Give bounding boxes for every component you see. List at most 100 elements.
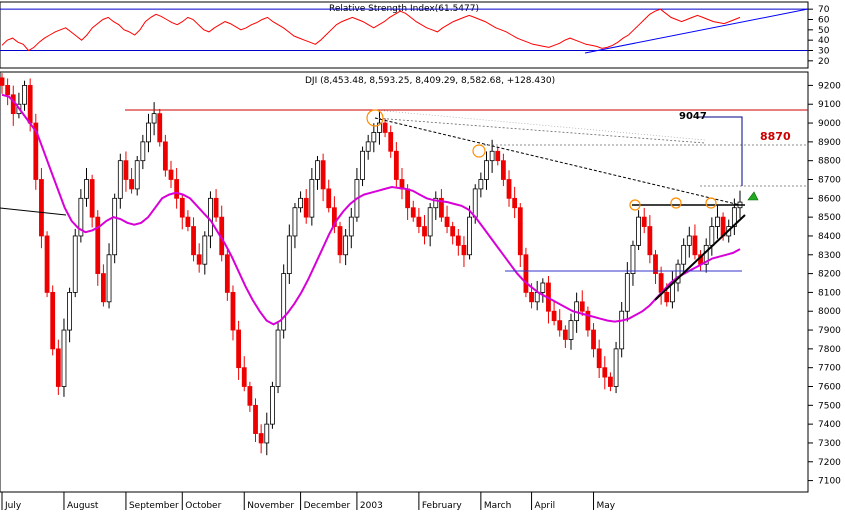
candle-body [715,216,720,227]
candle-body [709,226,715,246]
price-tick-label: 8100 [818,288,841,298]
candle-body [495,150,501,162]
rsi-tick-label: 20 [818,57,830,67]
x-tick-label: December [304,501,351,510]
candle-body [241,367,247,387]
candle-body [281,273,287,331]
x-tick-label: April [535,501,556,510]
candle-body [298,197,303,209]
candle-body [146,122,151,143]
candle-body [410,207,416,218]
candle-body [562,329,568,340]
x-tick-label: March [484,501,511,510]
candle-body [500,160,506,180]
candle-body [416,216,422,227]
candle-body [455,235,461,246]
rsi-ticks: 203040506070 [808,5,830,67]
price-tick-label: 7600 [818,383,841,393]
chart-root: Relative Strength Index(61.5477) 20 30 40 5… [0,0,845,511]
x-tick-label: November [247,501,294,510]
x-labels: July August September October November Decemb… [1,492,616,511]
candle-body [630,244,636,274]
x-tick-label: September [129,501,179,510]
candle-body [320,160,326,190]
candle-body [619,310,625,350]
candle-body [371,132,377,143]
candle-body [303,197,309,218]
x-tick-label: July [4,501,22,510]
candle-body [140,141,146,162]
candle-body [208,197,213,237]
candle-body [112,197,118,256]
candle-body [636,216,641,246]
candle-body [517,207,523,256]
candle-body [591,329,596,350]
label-8870: 8870 [760,130,791,143]
candle-body [540,282,546,293]
candle-body [129,179,134,190]
candle-body [461,244,467,256]
candle-body [472,188,478,218]
candle-body [151,113,157,124]
candle-body [664,292,670,303]
price-tick-label: 8000 [818,307,841,317]
candle-body [253,404,258,434]
candle-body [5,85,11,96]
candle-body [315,160,320,180]
candle-body [523,254,529,293]
price-tick-label: 7800 [818,345,841,355]
candle-body [681,244,687,265]
candle-body [67,292,73,331]
x-tick-label: August [67,501,99,510]
candle-body [157,113,163,143]
candle-body [0,77,5,86]
main-panel: DJI (8,453.48, 8,593.25, 8,409.29, 8,582… [0,71,841,493]
candle-body [444,216,450,227]
candle-body [162,141,168,171]
candle-body [174,179,180,199]
candle-body [168,169,174,180]
candle-body [658,273,664,293]
candle-body [602,367,608,378]
main-ticks: 7100 7200 7300 7400 7500 7600 7700 7800 7900 8000… [808,81,841,487]
price-tick-label: 8500 [818,213,841,223]
candle-body [27,85,33,124]
candle-body [596,348,602,369]
candle-body [191,226,196,256]
candle-body [512,197,518,209]
price-tick-label: 9100 [818,100,841,110]
rsi-panel: Relative Strength Index(61.5477) 2030405… [0,1,830,69]
candle-body [557,320,563,331]
candle-body [427,207,433,237]
candle-body [123,160,129,180]
price-tick-label: 8600 [818,194,841,204]
candle-body [450,226,456,237]
main-frame [0,71,809,493]
rsi-tick-label: 70 [818,5,830,15]
price-tick-label: 7200 [818,458,841,468]
candle-body [22,85,27,105]
candle-body [236,329,242,369]
candle-body [348,216,354,237]
candle-body [72,235,78,293]
candle-body [641,216,647,227]
x-axis: July August September October November Decemb… [0,491,808,511]
x-tick-label: February [422,501,463,510]
candle-body [309,179,315,218]
candle-body [686,235,692,246]
price-tick-label: 8400 [818,232,841,242]
candle-body [529,292,534,303]
price-tick-label: 8900 [818,138,841,148]
candle-body [613,348,619,387]
candle-body [579,301,585,312]
candle-body [224,254,230,293]
candle-body [388,132,394,152]
x-tick-label: 2003 [360,501,383,510]
price-tick-label: 9200 [818,81,841,91]
rsi-tick-label: 60 [818,16,830,26]
candle-body [405,188,411,209]
price-tick-label: 8300 [818,251,841,261]
candle-body [264,423,270,444]
candle-body [134,160,140,190]
candle-body [179,197,185,218]
